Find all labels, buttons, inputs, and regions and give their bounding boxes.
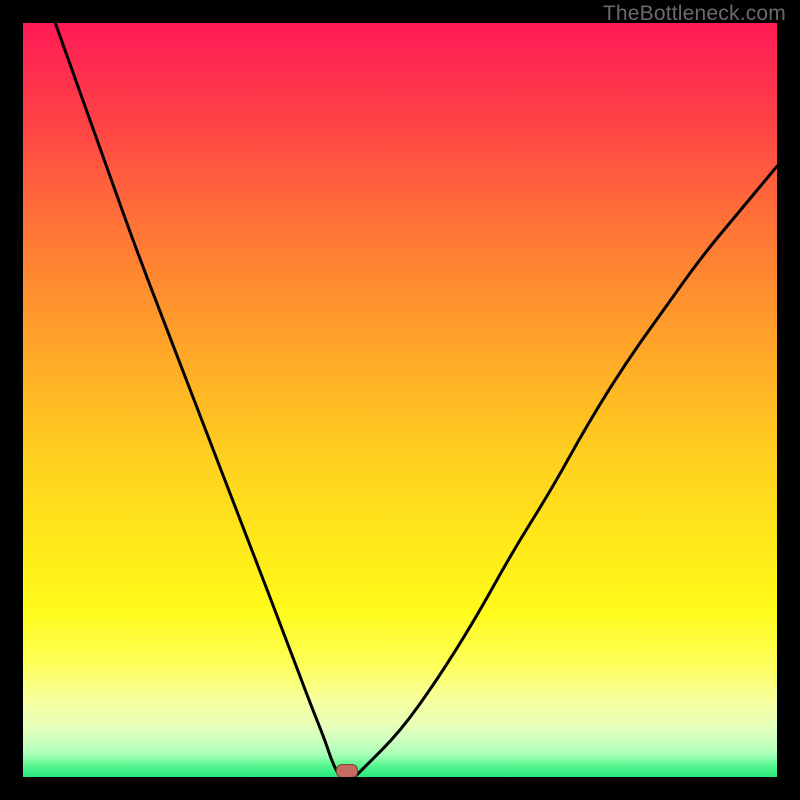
curve-svg [23, 23, 777, 777]
minimum-marker [336, 764, 358, 777]
plot-area [23, 23, 777, 777]
bottleneck-curve [23, 23, 777, 777]
chart-frame: TheBottleneck.com [0, 0, 800, 800]
